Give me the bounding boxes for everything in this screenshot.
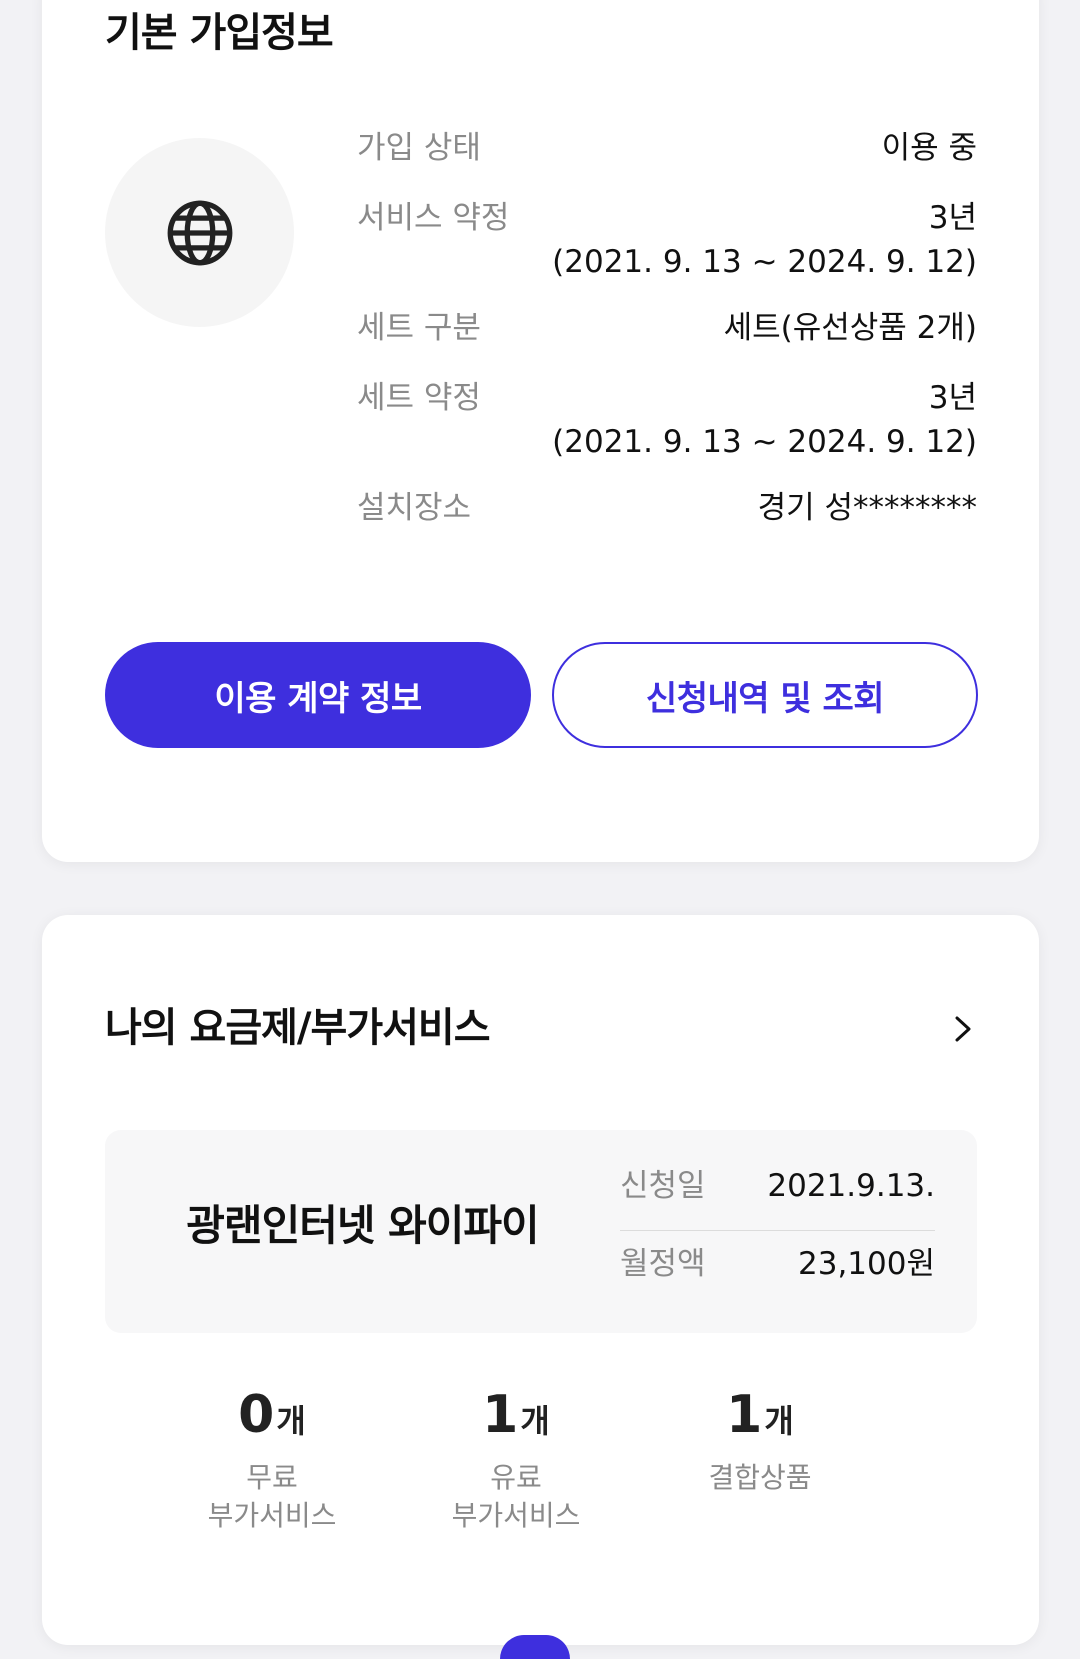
stat-count: 1 (482, 1385, 519, 1445)
info-label: 세트 구분 (357, 310, 481, 346)
stat-count: 0 (238, 1385, 275, 1445)
info-value: 세트(유선상품 2개) (723, 310, 977, 346)
info-value: 3년 (928, 380, 977, 416)
service-avatar (105, 138, 294, 327)
info-label: 가입 상태 (357, 130, 481, 166)
info-label: 서비스 약정 (357, 200, 510, 236)
info-value: 이용 중 (881, 130, 977, 166)
plan-monthly-fee-value: 23,100원 (798, 1246, 935, 1282)
stat-unit: 개 (764, 1402, 794, 1440)
info-label: 세트 약정 (357, 380, 481, 416)
plan-apply-date-label: 신청일 (620, 1168, 706, 1204)
stat-unit: 개 (276, 1402, 306, 1440)
stat-count-line: 1개 (640, 1385, 880, 1445)
plan-monthly-fee-label: 월정액 (620, 1246, 706, 1282)
application-history-button[interactable]: 신청내역 및 조회 (552, 642, 978, 748)
section-title-my-plan[interactable]: 나의 요금제/부가서비스 (105, 995, 491, 1053)
info-value: 3년 (928, 200, 977, 236)
plan-name: 광랜인터넷 와이파이 (186, 1201, 539, 1250)
info-label: 설치장소 (357, 490, 472, 526)
info-value-period: (2021. 9. 13 ~ 2024. 9. 12) (552, 244, 977, 280)
stat-count-line: 0개 (152, 1385, 392, 1445)
chevron-right-icon[interactable] (949, 1015, 977, 1043)
plan-summary-box: 광랜인터넷 와이파이 신청일 2021.9.13. 월정액 23,100원 (105, 1130, 977, 1333)
stat-bundle-products[interactable]: 1개 결합상품 (640, 1385, 880, 1497)
info-value-period: (2021. 9. 13 ~ 2024. 9. 12) (552, 424, 977, 460)
stat-unit: 개 (520, 1402, 550, 1440)
stat-label: 유료 부가서비스 (451, 1461, 581, 1532)
stat-paid-addons[interactable]: 1개 유료 부가서비스 (396, 1385, 636, 1535)
section-title-basic-info: 기본 가입정보 (105, 10, 334, 56)
info-value: 경기 성******** (757, 490, 977, 526)
contract-info-button[interactable]: 이용 계약 정보 (105, 642, 531, 748)
floating-button-edge[interactable] (500, 1635, 570, 1659)
stat-count-line: 1개 (396, 1385, 636, 1445)
stat-free-addons[interactable]: 0개 무료 부가서비스 (152, 1385, 392, 1535)
stat-label: 무료 부가서비스 (207, 1461, 337, 1532)
plan-apply-date-value: 2021.9.13. (767, 1168, 935, 1204)
my-plan-card: 나의 요금제/부가서비스 광랜인터넷 와이파이 신청일 2021.9.13. 월… (42, 915, 1039, 1645)
addon-stats: 0개 무료 부가서비스 1개 유료 부가서비스 1개 결합상품 (42, 1385, 1039, 1585)
stat-label: 결합상품 (708, 1461, 812, 1494)
stat-count: 1 (726, 1385, 763, 1445)
plan-divider (620, 1230, 935, 1231)
globe-icon (167, 200, 233, 266)
basic-info-card: 기본 가입정보 가입 상태 이용 중 서비스 약정 3년 (2021. 9. 1… (42, 0, 1039, 862)
